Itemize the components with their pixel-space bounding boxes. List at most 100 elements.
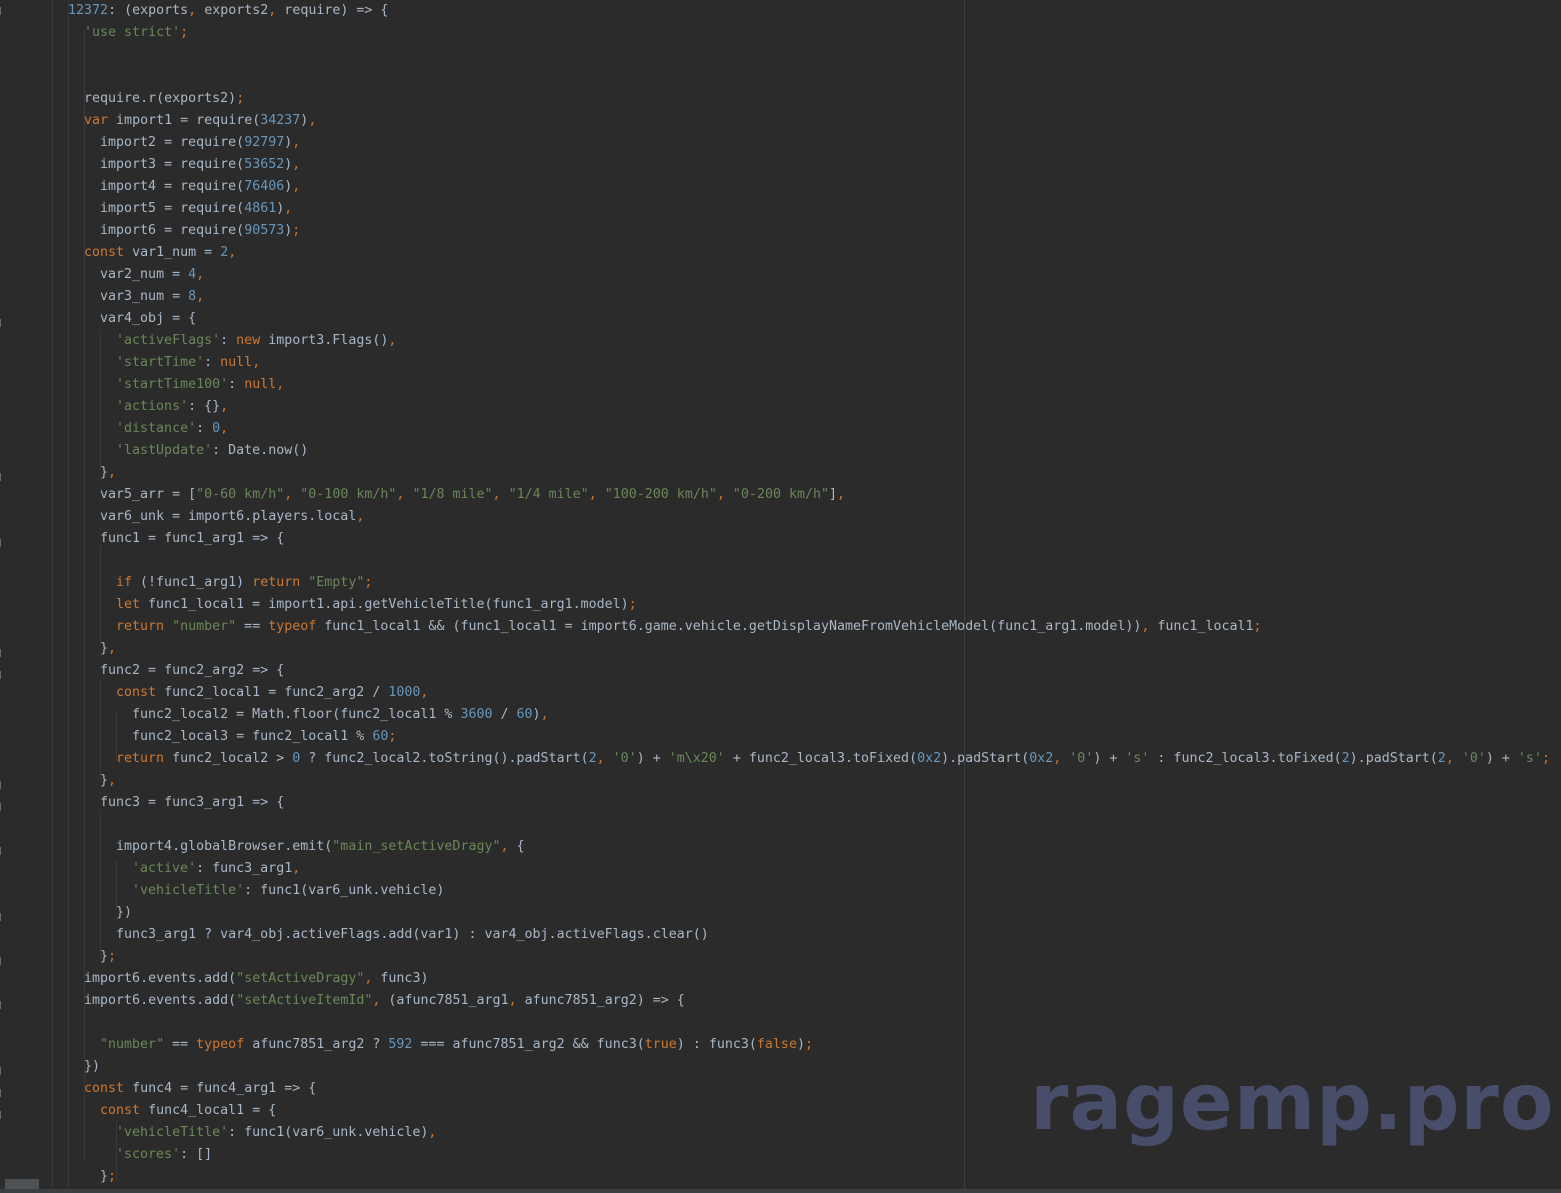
- code-line[interactable]: 'scores': []: [0, 1144, 212, 1166]
- code-token: :: [228, 377, 245, 392]
- code-token: "number": [172, 619, 237, 634]
- code-line[interactable]: import6 = require(90573);: [0, 220, 300, 242]
- watermark: ragemp.pro: [1030, 1058, 1555, 1148]
- code-line[interactable]: 12372: (exports, exports2, require) => {: [0, 0, 388, 22]
- code-line[interactable]: 'vehicleTitle': func1(var6_unk.vehicle): [0, 880, 444, 902]
- code-line[interactable]: const func4_local1 = {: [0, 1100, 276, 1122]
- code-line[interactable]: return "number" == typeof func1_local1 &…: [0, 616, 1262, 638]
- code-line[interactable]: var4_obj = {: [0, 308, 196, 330]
- code-editor[interactable]: 12372: (exports, exports2, require) => {…: [0, 0, 1561, 1189]
- code-line[interactable]: if (!func1_arg1) return "Empty";: [0, 572, 372, 594]
- code-line[interactable]: 'active': func3_arg1,: [0, 858, 300, 880]
- code-token: func1_local1 && (func1_local1 = import6.…: [324, 619, 1142, 634]
- code-token: ,: [508, 993, 525, 1008]
- code-line[interactable]: },: [0, 770, 116, 792]
- code-token: 4861: [244, 201, 277, 216]
- code-line[interactable]: import6.events.add("setActiveItemId", (a…: [0, 990, 685, 1012]
- code-line[interactable]: const func4 = func4_arg1 => {: [0, 1078, 316, 1100]
- code-line[interactable]: }): [0, 902, 132, 924]
- code-token: 'vehicleTitle': [132, 883, 245, 898]
- code-token: null: [220, 355, 253, 370]
- code-line[interactable]: "number" == typeof afunc7851_arg2 ? 592 …: [0, 1034, 813, 1056]
- code-token: :: [220, 333, 237, 348]
- code-line[interactable]: import3 = require(53652),: [0, 154, 300, 176]
- code-token: : {}: [188, 399, 221, 414]
- code-line[interactable]: [0, 550, 116, 572]
- code-token: var2_num =: [100, 267, 189, 282]
- code-token: "Empty": [308, 575, 365, 590]
- code-line[interactable]: var import1 = require(34237),: [0, 110, 316, 132]
- code-line[interactable]: import5 = require(4861),: [0, 198, 292, 220]
- code-line[interactable]: const func2_local1 = func2_arg2 / 1000,: [0, 682, 428, 704]
- code-token: 53652: [244, 157, 285, 172]
- code-line[interactable]: var6_unk = import6.players.local,: [0, 506, 364, 528]
- code-line[interactable]: 'activeFlags': new import3.Flags(),: [0, 330, 396, 352]
- code-line[interactable]: },: [0, 462, 116, 484]
- code-token: ,: [308, 113, 317, 128]
- code-line[interactable]: func3 = func3_arg1 => {: [0, 792, 284, 814]
- code-token: func1 = func1_arg1 => {: [100, 531, 285, 546]
- code-token: import1 = require(: [116, 113, 261, 128]
- code-token: (!func1_arg1): [140, 575, 253, 590]
- code-line[interactable]: [0, 1012, 100, 1034]
- code-token: exports2: [196, 3, 269, 18]
- code-token: require) => {: [276, 3, 389, 18]
- code-line[interactable]: 'startTime': null,: [0, 352, 260, 374]
- code-token: ) +: [636, 751, 669, 766]
- code-line[interactable]: };: [0, 946, 116, 968]
- code-line[interactable]: 'startTime100': null,: [0, 374, 284, 396]
- code-token: typeof: [196, 1037, 253, 1052]
- code-token: ,: [540, 707, 549, 722]
- code-token: }: [100, 465, 109, 480]
- code-token: return: [116, 751, 173, 766]
- code-token: 'distance': [116, 421, 197, 436]
- code-line[interactable]: import2 = require(92797),: [0, 132, 300, 154]
- code-line[interactable]: import4.globalBrowser.emit("main_setActi…: [0, 836, 525, 858]
- code-token: ;: [180, 25, 189, 40]
- code-line[interactable]: var3_num = 8,: [0, 286, 204, 308]
- code-line[interactable]: const var1_num = 2,: [0, 242, 236, 264]
- code-token: import4 = require(: [100, 179, 245, 194]
- code-token: ,: [1445, 751, 1462, 766]
- code-token: ,: [108, 773, 117, 788]
- code-token: 34237: [260, 113, 301, 128]
- code-token: ,: [292, 861, 301, 876]
- code-line[interactable]: 'actions': {},: [0, 396, 228, 418]
- scrollbar-thumb[interactable]: [5, 1179, 39, 1189]
- code-token: func3): [380, 971, 429, 986]
- code-line[interactable]: let func1_local1 = import1.api.getVehicl…: [0, 594, 637, 616]
- code-line[interactable]: 'use strict';: [0, 22, 188, 44]
- code-line[interactable]: 'vehicleTitle': func1(var6_unk.vehicle),: [0, 1122, 436, 1144]
- code-token: ,: [396, 487, 413, 502]
- code-line[interactable]: var5_arr = ["0-60 km/h", "0-100 km/h", "…: [0, 484, 845, 506]
- code-line[interactable]: require.r(exports2);: [0, 88, 244, 110]
- code-token: + func2_local3.toFixed(: [724, 751, 918, 766]
- code-line[interactable]: func2_local2 = Math.floor(func2_local1 %…: [0, 704, 549, 726]
- code-line[interactable]: [0, 66, 84, 88]
- code-token: ,: [1141, 619, 1158, 634]
- code-token: func4 = func4_arg1 => {: [132, 1081, 317, 1096]
- code-line[interactable]: [0, 44, 84, 66]
- code-token: "setActiveItemId": [236, 993, 373, 1008]
- code-line[interactable]: return func2_local2 > 0 ? func2_local2.t…: [0, 748, 1550, 770]
- code-token: var3_num =: [100, 289, 189, 304]
- code-line[interactable]: func2 = func2_arg2 => {: [0, 660, 284, 682]
- code-line[interactable]: [0, 814, 116, 836]
- code-token: ,: [276, 377, 285, 392]
- code-line[interactable]: func1 = func1_arg1 => {: [0, 528, 284, 550]
- code-line[interactable]: func3_arg1 ? var4_obj.activeFlags.add(va…: [0, 924, 709, 946]
- code-token: 2: [220, 245, 229, 260]
- code-line[interactable]: var2_num = 4,: [0, 264, 204, 286]
- code-line[interactable]: func2_local3 = func2_local1 % 60;: [0, 726, 396, 748]
- code-line[interactable]: import4 = require(76406),: [0, 176, 300, 198]
- code-token: 76406: [244, 179, 285, 194]
- code-line[interactable]: 'lastUpdate': Date.now(): [0, 440, 308, 462]
- code-line[interactable]: },: [0, 638, 116, 660]
- horizontal-scrollbar[interactable]: [0, 1179, 1561, 1193]
- code-line[interactable]: }): [0, 1056, 100, 1078]
- code-token: const: [84, 245, 133, 260]
- code-line[interactable]: import6.events.add("setActiveDragy", fun…: [0, 968, 428, 990]
- code-token: import4.globalBrowser.emit(: [116, 839, 333, 854]
- code-line[interactable]: 'distance': 0,: [0, 418, 228, 440]
- code-token: ==: [164, 1037, 197, 1052]
